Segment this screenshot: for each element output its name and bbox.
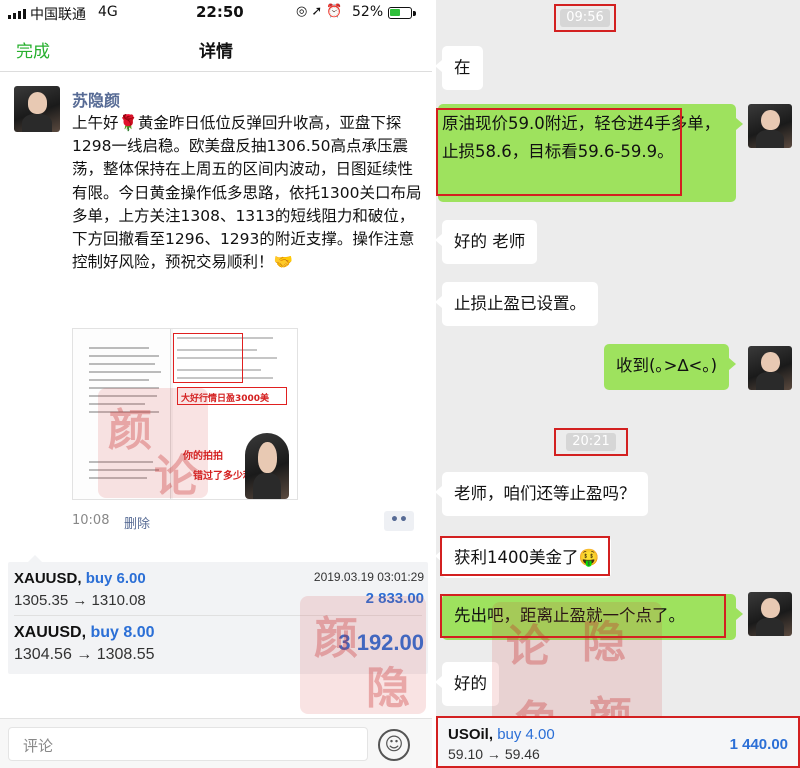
thumbnail-red-box (173, 333, 243, 383)
trade-profit: 2 833.00 (365, 590, 424, 607)
emoji-icon[interactable]: ☺ (378, 729, 410, 761)
chat-timestamp: 09:56 (554, 4, 616, 32)
nav-bar: 完成 详情 (0, 26, 432, 72)
trade-card: XAUUSD, buy 6.00 1305.35 → 1310.08 2019.… (8, 564, 428, 616)
more-actions-button[interactable]: •• (384, 511, 414, 531)
comment-bar: 评论 ☺ (0, 718, 432, 768)
signal-icon (8, 9, 26, 19)
rose-icon: 🌹 (118, 114, 138, 132)
trade-price-range: 59.10 → 59.46 (448, 746, 540, 762)
trade-action: buy 6.00 (85, 570, 146, 587)
message-bubble-in[interactable]: 获利1400美金了🤑 (436, 536, 612, 578)
post-text-greeting: 上午好 (72, 114, 119, 132)
message-bubble-out[interactable]: 先出吧，距离止盈就一个点了。 (442, 594, 743, 640)
moment-post: 苏隐颜 上午好🌹黄金昨日低位反弹回升收高，亚盘下探1298一线启稳。欧美盘反抽1… (0, 72, 432, 552)
battery-fill (390, 9, 400, 16)
moments-detail-pane: 中国联通 4G 22:50 ◎➚⏰ 52% 完成 详情 苏隐颜 上午好🌹黄金昨日… (0, 0, 432, 768)
trade-profit: 3 192.00 (338, 630, 424, 655)
thumbnail-left-panel (73, 329, 171, 499)
message-bubble-in[interactable]: 老师，咱们还等止盈吗？ (436, 472, 648, 516)
trade-date: 2019.03.19 03:01:29 (313, 570, 424, 584)
trade-price-range: 1305.35 → 1310.08 (14, 592, 146, 609)
author-name[interactable]: 苏隐颜 (72, 87, 120, 111)
chat-pane: 09:56 在 原油现价59.0附近，轻仓进4手多单，止损58.6，目标看59.… (436, 0, 800, 768)
trade-symbol: XAUUSD, buy 6.00 (14, 570, 146, 587)
comment-input[interactable]: 评论 (8, 727, 368, 761)
trade-action: buy 8.00 (90, 624, 155, 641)
trade-price-range: 1304.56 → 1308.55 (14, 646, 155, 663)
message-bubble-in[interactable]: 好的 (436, 662, 499, 706)
post-image-thumbnail[interactable]: 大好行情日盈3000美 你的拍拍 错过了多少利润？ (72, 328, 298, 500)
trade-card: USOil, buy 4.00 59.10 → 59.46 1 440.00 (436, 716, 800, 768)
post-time: 10:08 (72, 513, 110, 528)
trade-symbol: XAUUSD, buy 8.00 (14, 624, 155, 641)
my-avatar[interactable] (748, 346, 792, 390)
message-bubble-in[interactable]: 止损止盈已设置。 (436, 282, 598, 326)
clock: 22:50 (196, 3, 244, 21)
thumbnail-caption: 大好行情日盈3000美 (181, 394, 270, 404)
delete-button[interactable]: 删除 (124, 513, 150, 532)
network-label: 4G (98, 4, 118, 20)
chat-timestamp: 20:21 (554, 428, 628, 456)
comments-area: XAUUSD, buy 6.00 1305.35 → 1310.08 2019.… (8, 555, 428, 674)
my-avatar[interactable] (748, 592, 792, 636)
thumbnail-person-image (245, 433, 289, 499)
trade-action: buy 4.00 (497, 726, 555, 743)
system-status-icons: ◎➚⏰ (296, 4, 347, 19)
handshake-icon: 🤝 (273, 253, 293, 272)
carrier-label: 中国联通 (30, 7, 86, 23)
page-title: 详情 (199, 42, 233, 62)
message-bubble-in[interactable]: 在 (436, 46, 483, 90)
message-bubble-in[interactable]: 好的 老师 (436, 220, 538, 264)
post-body: 上午好🌹黄金昨日低位反弹回升收高，亚盘下探1298一线启稳。欧美盘反抽1306.… (72, 112, 422, 274)
status-bar: 中国联通 4G 22:50 ◎➚⏰ 52% (0, 0, 432, 26)
battery-icon (388, 7, 416, 19)
battery-percent: 52% (352, 4, 384, 20)
thumbnail-caption: 你的拍拍 (183, 451, 223, 462)
trade-card: XAUUSD, buy 8.00 1304.56 → 1308.55 3 192… (8, 618, 428, 670)
author-avatar[interactable] (14, 86, 60, 132)
my-avatar[interactable] (748, 104, 792, 148)
trade-symbol: USOil, buy 4.00 (448, 726, 555, 743)
message-bubble-out[interactable]: 原油现价59.0附近，轻仓进4手多单，止损58.6，目标看59.6-59.9。 (438, 104, 743, 202)
message-bubble-out[interactable]: 收到(｡>∆<｡) (604, 344, 737, 390)
post-text-main: 黄金昨日低位反弹回升收高，亚盘下探1298一线启稳。欧美盘反抽1306.50高点… (72, 114, 422, 272)
trade-profit: 1 440.00 (729, 736, 788, 753)
